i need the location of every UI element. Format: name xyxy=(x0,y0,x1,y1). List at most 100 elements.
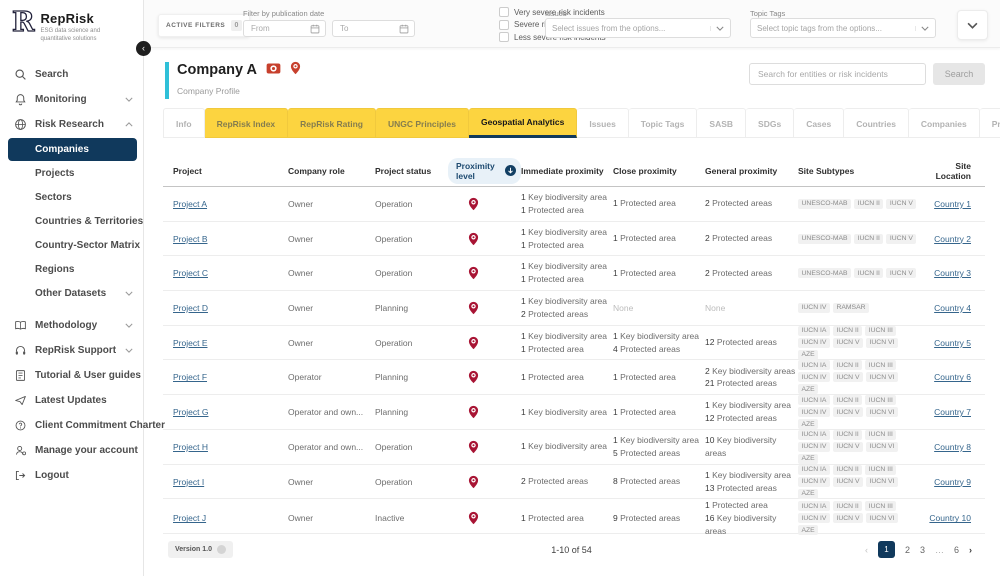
date-from-field[interactable] xyxy=(243,20,326,37)
tab-cases[interactable]: Cases xyxy=(794,108,844,138)
date-to-input[interactable] xyxy=(338,23,397,34)
sidebar-item-risk-research[interactable]: Risk Research xyxy=(0,112,143,137)
country-link[interactable]: Country 6 xyxy=(934,372,971,382)
date-from-input[interactable] xyxy=(249,23,308,34)
sidebar-item-client-commitment-charter[interactable]: Client Commitment Charter xyxy=(0,413,143,438)
column-header-general-proximity[interactable]: General proximity xyxy=(705,166,798,176)
tab-companies[interactable]: Companies xyxy=(909,108,980,138)
tab-reprisk-index[interactable]: RepRisk Index xyxy=(205,108,289,138)
location-pin-icon[interactable] xyxy=(468,475,479,489)
column-header-immediate-proximity[interactable]: Immediate proximity xyxy=(521,166,613,176)
sidebar-item-logout[interactable]: Logout xyxy=(0,463,143,488)
sidebar-item-methodology[interactable]: Methodology xyxy=(0,313,143,338)
search-button[interactable]: Search xyxy=(933,63,985,85)
sidebar-item-country-sector-matrix[interactable]: Country-Sector Matrix xyxy=(0,234,143,258)
location-pin-icon[interactable] xyxy=(468,440,479,454)
country-link[interactable]: Country 10 xyxy=(929,513,971,523)
chevron-down-icon[interactable] xyxy=(915,26,929,31)
entity-search-input[interactable] xyxy=(749,63,926,85)
pagination-prev[interactable]: ‹ xyxy=(865,545,868,555)
location-pin-icon[interactable] xyxy=(468,511,479,525)
project-link[interactable]: Project B xyxy=(173,234,208,244)
location-pin-icon[interactable] xyxy=(468,336,479,350)
column-header-project[interactable]: Project xyxy=(173,166,288,176)
project-link[interactable]: Project F xyxy=(173,372,207,382)
topic-tags-select[interactable]: Select topic tags from the options... xyxy=(750,18,936,38)
expand-filters-button[interactable] xyxy=(957,10,988,40)
location-pin-icon[interactable] xyxy=(468,405,479,419)
location-pin-icon[interactable] xyxy=(468,232,479,246)
sort-descending-icon[interactable] xyxy=(505,165,516,176)
sidebar-item-latest-updates[interactable]: Latest Updates xyxy=(0,388,143,413)
sidebar-item-other-datasets[interactable]: Other Datasets xyxy=(0,282,143,306)
pagination-page-1[interactable]: 1 xyxy=(878,541,895,558)
project-link[interactable]: Project J xyxy=(173,513,206,523)
country-link[interactable]: Country 9 xyxy=(934,477,971,487)
tab-geospatial-analytics[interactable]: Geospatial Analytics xyxy=(469,108,577,138)
issues-select[interactable]: Select issues from the options... xyxy=(545,18,731,38)
country-link[interactable]: Country 2 xyxy=(934,234,971,244)
project-status-cell: Operation xyxy=(375,199,448,209)
tab-sdgs[interactable]: SDGs xyxy=(746,108,794,138)
project-link[interactable]: Project A xyxy=(173,199,207,209)
column-header-site-subtypes[interactable]: Site Subtypes xyxy=(798,166,922,176)
country-link[interactable]: Country 7 xyxy=(934,407,971,417)
checkbox-icon[interactable] xyxy=(499,7,509,17)
camera-badge-icon[interactable] xyxy=(266,62,281,78)
location-pin-icon[interactable] xyxy=(290,61,301,79)
location-pin-icon[interactable] xyxy=(468,266,479,280)
sidebar-item-reprisk-support[interactable]: RepRisk Support xyxy=(0,338,143,363)
tab-issues[interactable]: Issues xyxy=(577,108,628,138)
date-to-field[interactable] xyxy=(332,20,415,37)
column-header-company-role[interactable]: Company role xyxy=(288,166,375,176)
proximity-level-sort-pill[interactable]: Proximity level xyxy=(448,158,521,184)
reprisk-logo[interactable]: R RepRisk ESG data science andquantitati… xyxy=(0,0,143,48)
tab-topic-tags[interactable]: Topic Tags xyxy=(629,108,698,138)
pagination-next[interactable]: › xyxy=(969,545,972,555)
project-cell: Project D xyxy=(173,303,288,313)
pagination-page-3[interactable]: 3 xyxy=(920,545,925,555)
sidebar-item-regions[interactable]: Regions xyxy=(0,258,143,282)
sidebar-item-companies[interactable]: Companies xyxy=(8,138,137,161)
version-info-icon[interactable] xyxy=(217,545,226,554)
country-link[interactable]: Country 1 xyxy=(934,199,971,209)
sidebar-item-projects[interactable]: Projects xyxy=(0,162,143,186)
sidebar-item-tutorial-user-guides[interactable]: Tutorial & User guides xyxy=(0,363,143,388)
checkbox-icon[interactable] xyxy=(499,32,509,42)
project-link[interactable]: Project G xyxy=(173,407,208,417)
tab-sasb[interactable]: SASB xyxy=(697,108,746,138)
country-link[interactable]: Country 8 xyxy=(934,442,971,452)
location-pin-icon[interactable] xyxy=(468,197,479,211)
project-link[interactable]: Project C xyxy=(173,268,208,278)
chevron-down-icon[interactable] xyxy=(710,26,724,31)
country-link[interactable]: Country 4 xyxy=(934,303,971,313)
sidebar-item-countries-territories[interactable]: Countries & Territories xyxy=(0,210,143,234)
country-link[interactable]: Country 3 xyxy=(934,268,971,278)
tab-info[interactable]: Info xyxy=(163,108,205,138)
sidebar-item-search[interactable]: Search xyxy=(0,62,143,87)
active-filters-button[interactable]: ACTIVE FILTERS 0 xyxy=(158,14,250,37)
tab-ungc-principles[interactable]: UNGC Principles xyxy=(376,108,469,138)
checkbox-icon[interactable] xyxy=(499,20,509,30)
location-pin-icon[interactable] xyxy=(468,370,479,384)
pagination-page-2[interactable]: 2 xyxy=(905,545,910,555)
sidebar-collapse-button[interactable]: ‹ xyxy=(136,41,151,56)
sidebar-item-manage-your-account[interactable]: Manage your account xyxy=(0,438,143,463)
country-link[interactable]: Country 5 xyxy=(934,338,971,348)
tab-reprisk-rating[interactable]: RepRisk Rating xyxy=(288,108,376,138)
sidebar-item-monitoring[interactable]: Monitoring xyxy=(0,87,143,112)
location-pin-icon[interactable] xyxy=(468,301,479,315)
sidebar-item-sectors[interactable]: Sectors xyxy=(0,186,143,210)
tab-countries[interactable]: Countries xyxy=(844,108,909,138)
project-link[interactable]: Project D xyxy=(173,303,208,313)
project-link[interactable]: Project E xyxy=(173,338,208,348)
project-link[interactable]: Project I xyxy=(173,477,204,487)
project-link[interactable]: Project H xyxy=(173,442,208,452)
column-header-site-location[interactable]: Site Location xyxy=(922,161,975,181)
calendar-icon[interactable] xyxy=(399,24,409,34)
tab-projects[interactable]: Projects xyxy=(980,108,1000,138)
calendar-icon[interactable] xyxy=(310,24,320,34)
pagination-page-6[interactable]: 6 xyxy=(954,545,959,555)
column-header-project-status[interactable]: Project status xyxy=(375,166,448,176)
column-header-close-proximity[interactable]: Close proximity xyxy=(613,166,705,176)
